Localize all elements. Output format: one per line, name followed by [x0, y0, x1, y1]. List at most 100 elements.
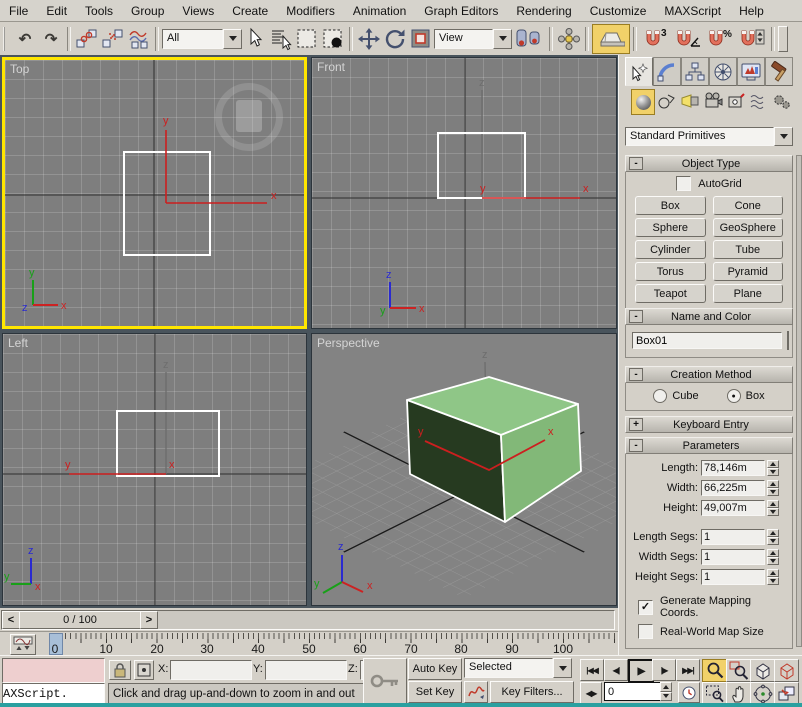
- tab-utilities[interactable]: [765, 57, 793, 86]
- primitive-button-cone[interactable]: Cone: [713, 196, 784, 215]
- menu-graph-editors[interactable]: Graph Editors: [415, 1, 507, 21]
- creation-method-box[interactable]: ● Box: [727, 389, 765, 403]
- box-wireframe-left-view[interactable]: [117, 411, 219, 476]
- creation-method-cube[interactable]: Cube: [653, 389, 698, 403]
- rollout-parameters-header[interactable]: - Parameters: [625, 437, 793, 454]
- primitive-button-sphere[interactable]: Sphere: [635, 218, 706, 237]
- subcategory-geometry[interactable]: [631, 89, 655, 115]
- bind-to-space-warp-button[interactable]: [126, 26, 152, 52]
- tab-motion[interactable]: [709, 57, 737, 86]
- arc-rotate-button[interactable]: [750, 682, 775, 705]
- autogrid-checkbox[interactable]: [676, 176, 691, 191]
- radio-cube[interactable]: [653, 389, 667, 403]
- key-filters-button[interactable]: Key Filters...: [490, 681, 574, 703]
- length-input[interactable]: 78,146m: [701, 460, 765, 476]
- key-mode-toggle[interactable]: ◀▶: [580, 682, 602, 704]
- zoom-extents-button[interactable]: [750, 659, 775, 682]
- toolbar-grip[interactable]: [3, 27, 9, 51]
- primitive-button-box[interactable]: Box: [635, 196, 706, 215]
- selection-filter-dropdown[interactable]: All: [162, 29, 242, 49]
- menu-file[interactable]: File: [0, 1, 37, 21]
- generate-mapping-coords-checkbox[interactable]: ✓: [638, 600, 653, 615]
- menu-tools[interactable]: Tools: [76, 1, 122, 21]
- width-input[interactable]: 66,225m: [701, 480, 765, 496]
- menu-animation[interactable]: Animation: [344, 1, 415, 21]
- pan-view-button[interactable]: [726, 682, 751, 705]
- height-spinner[interactable]: [767, 500, 779, 516]
- viewport-front-label[interactable]: Front: [317, 60, 345, 74]
- zoom-all-button[interactable]: [726, 659, 751, 682]
- primitive-button-geosphere[interactable]: GeoSphere: [713, 218, 784, 237]
- key-filter-set-dropdown[interactable]: Selected: [464, 658, 572, 678]
- maxscript-listener-input[interactable]: [2, 658, 105, 683]
- region-zoom-button[interactable]: [702, 682, 727, 705]
- tab-modify[interactable]: [653, 57, 681, 86]
- play-animation-button[interactable]: ▶: [628, 659, 654, 683]
- window-crossing-toggle[interactable]: [320, 26, 346, 52]
- time-configuration-button[interactable]: [678, 682, 700, 703]
- use-pivot-point-center-button[interactable]: [512, 26, 546, 52]
- tab-display[interactable]: [737, 57, 765, 86]
- y-coordinate-input[interactable]: [265, 660, 347, 680]
- subcategory-cameras[interactable]: [702, 89, 724, 113]
- primitive-button-teapot[interactable]: Teapot: [635, 284, 706, 303]
- height-segs-spinner[interactable]: [767, 569, 779, 585]
- snaps-toggle-3d[interactable]: 3: [640, 26, 672, 52]
- length-segs-spinner[interactable]: [767, 529, 779, 545]
- redo-button[interactable]: ↷: [38, 26, 64, 52]
- menu-maxscript[interactable]: MAXScript: [655, 1, 730, 21]
- select-and-link-button[interactable]: [74, 26, 100, 52]
- selection-lock-toggle[interactable]: [109, 660, 131, 680]
- maximize-viewport-toggle[interactable]: [774, 682, 799, 705]
- viewport-top-label[interactable]: Top: [10, 62, 29, 76]
- maxscript-listener-output[interactable]: AXScript.: [2, 683, 105, 704]
- tab-hierarchy[interactable]: [681, 57, 709, 86]
- menu-views[interactable]: Views: [173, 1, 223, 21]
- subcategory-shapes[interactable]: [656, 89, 678, 113]
- menu-edit[interactable]: Edit: [37, 1, 76, 21]
- reference-coordinate-system-dropdown[interactable]: View: [434, 29, 512, 49]
- next-frame-arrow[interactable]: >: [140, 611, 158, 629]
- select-and-move-button[interactable]: [356, 26, 382, 52]
- keyboard-shortcut-override-toggle[interactable]: [592, 24, 630, 54]
- menu-create[interactable]: Create: [223, 1, 277, 21]
- viewport-left-label[interactable]: Left: [8, 336, 28, 350]
- rectangular-selection-region-button[interactable]: [294, 26, 320, 52]
- undo-button[interactable]: ↶: [12, 26, 38, 52]
- length-segs-input[interactable]: 1: [701, 529, 765, 545]
- viewport-left[interactable]: z y x z y x Left: [2, 333, 307, 606]
- spinner-snap-toggle[interactable]: [736, 26, 768, 52]
- menu-customize[interactable]: Customize: [581, 1, 656, 21]
- primitive-button-plane[interactable]: Plane: [713, 284, 784, 303]
- radio-box-selected[interactable]: ●: [727, 389, 741, 403]
- current-frame-field[interactable]: 0: [604, 682, 661, 701]
- menu-rendering[interactable]: Rendering: [507, 1, 580, 21]
- rollout-creation-method-header[interactable]: - Creation Method: [625, 366, 793, 383]
- viewport-perspective[interactable]: z y x z y x Perspective: [311, 333, 617, 606]
- viewport-front[interactable]: z y x z x y Front: [311, 57, 617, 329]
- zoom-extents-all-button[interactable]: [774, 659, 799, 682]
- set-keys-button[interactable]: [363, 658, 407, 704]
- subcategory-helpers[interactable]: [725, 89, 747, 113]
- object-color-swatch[interactable]: [787, 331, 789, 350]
- object-name-input[interactable]: [632, 332, 782, 349]
- auto-key-button[interactable]: Auto Key: [408, 658, 462, 680]
- next-frame-button[interactable]: |▶: [652, 659, 676, 681]
- subcategory-lights[interactable]: [679, 89, 701, 113]
- absolute-offset-mode-toggle[interactable]: [134, 660, 154, 680]
- rollout-keyboard-entry-header[interactable]: + Keyboard Entry: [625, 416, 793, 433]
- primitive-button-tube[interactable]: Tube: [713, 240, 784, 259]
- menu-help[interactable]: Help: [730, 1, 773, 21]
- width-spinner[interactable]: [767, 480, 779, 496]
- primitive-category-dropdown[interactable]: Standard Primitives: [625, 127, 793, 146]
- subcategory-space-warps[interactable]: [748, 89, 770, 113]
- width-segs-spinner[interactable]: [767, 549, 779, 565]
- time-slider-handle[interactable]: 0 / 100: [19, 611, 141, 629]
- select-and-manipulate-button[interactable]: [556, 26, 582, 52]
- primitive-button-torus[interactable]: Torus: [635, 262, 706, 281]
- set-key-mode-curve-button[interactable]: [464, 681, 488, 703]
- select-and-rotate-button[interactable]: [382, 26, 408, 52]
- tab-create[interactable]: [625, 57, 653, 86]
- set-key-button[interactable]: Set Key: [408, 681, 462, 703]
- viewport-top[interactable]: y x y x z Top: [2, 57, 307, 329]
